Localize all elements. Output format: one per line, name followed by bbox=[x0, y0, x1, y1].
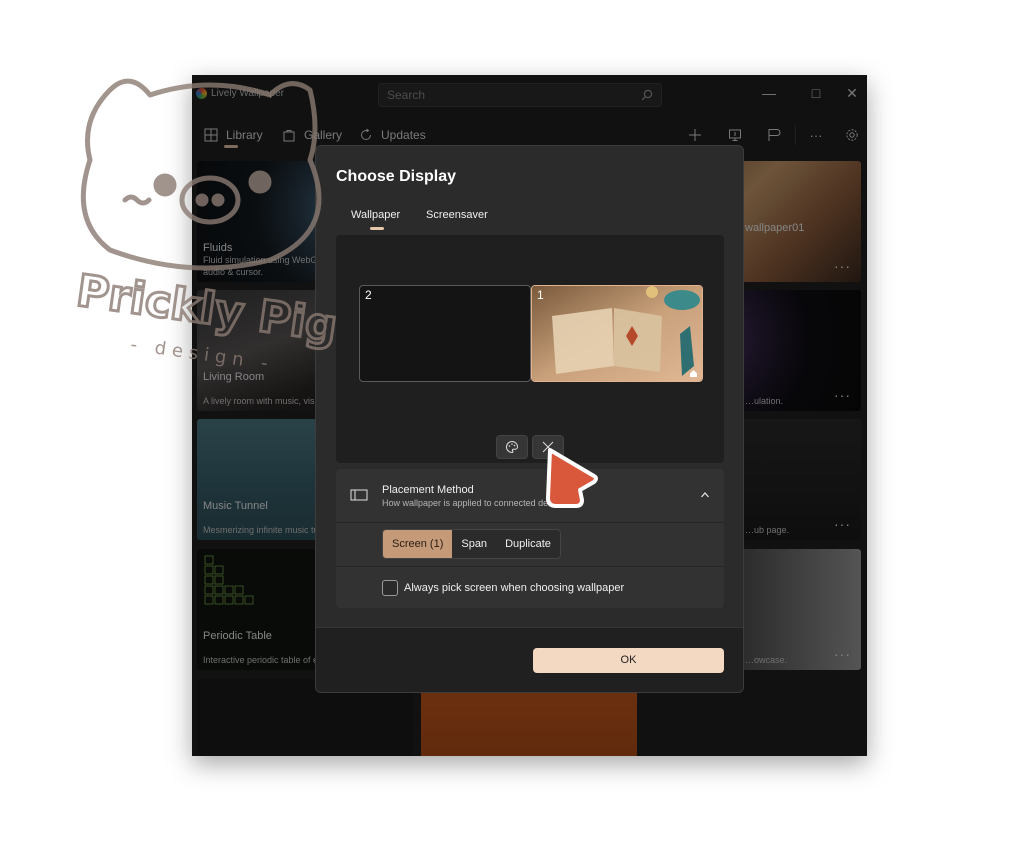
active-tab-indicator bbox=[370, 227, 384, 230]
chevron-up-icon[interactable] bbox=[700, 490, 710, 500]
always-pick-screen-checkbox[interactable] bbox=[382, 580, 398, 596]
monitor-number: 2 bbox=[365, 288, 372, 302]
home-icon bbox=[690, 370, 697, 377]
always-pick-screen-label: Always pick screen when choosing wallpap… bbox=[404, 582, 625, 594]
mode-duplicate-button[interactable]: Duplicate bbox=[496, 530, 560, 558]
ok-button[interactable]: OK bbox=[533, 648, 724, 673]
customize-button[interactable] bbox=[496, 435, 528, 459]
placement-method-panel: Placement Method How wallpaper is applie… bbox=[336, 469, 724, 608]
wallpaper-thumbnail bbox=[532, 286, 702, 381]
placement-method-title: Placement Method bbox=[382, 484, 474, 496]
tab-screensaver[interactable]: Screensaver bbox=[426, 209, 488, 221]
choose-display-dialog: Choose Display Wallpaper Screensaver 2 1… bbox=[315, 145, 744, 693]
divider bbox=[336, 566, 724, 567]
placement-mode-selector: Screen (1) Span Duplicate bbox=[382, 529, 561, 559]
palette-icon bbox=[506, 440, 519, 454]
cursor-pointer-icon bbox=[546, 448, 598, 508]
monitor-1[interactable]: 1 bbox=[531, 285, 703, 382]
dialog-footer: OK bbox=[316, 627, 743, 692]
dialog-title: Choose Display bbox=[336, 168, 457, 185]
screen-layout-icon bbox=[350, 489, 368, 501]
stage: Lively Wallpaper Search — □ ✕ Library Ga… bbox=[0, 0, 1024, 856]
tab-wallpaper[interactable]: Wallpaper bbox=[351, 209, 400, 221]
display-preview: 2 1 bbox=[336, 235, 724, 463]
monitor-number: 1 bbox=[537, 288, 544, 302]
mode-screen-button[interactable]: Screen (1) bbox=[383, 530, 453, 558]
mode-span-button[interactable]: Span bbox=[452, 530, 497, 558]
monitor-2[interactable]: 2 bbox=[359, 285, 531, 382]
placement-method-header[interactable]: Placement Method How wallpaper is applie… bbox=[336, 469, 724, 523]
app-window: Lively Wallpaper Search — □ ✕ Library Ga… bbox=[192, 75, 867, 756]
